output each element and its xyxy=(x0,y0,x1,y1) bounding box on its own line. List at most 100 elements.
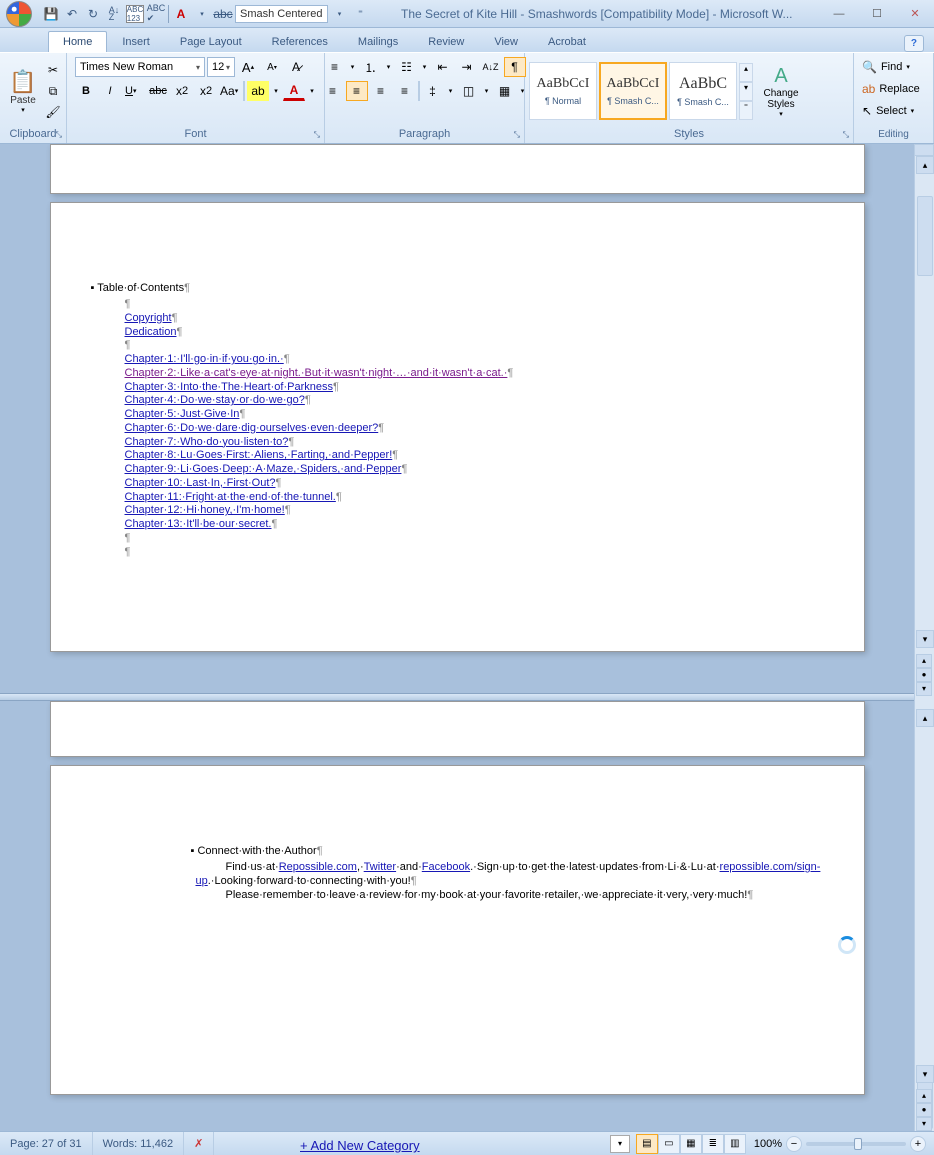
toc-link-ch7[interactable]: Chapter·7:·Who·do·you·listen·to?¶ xyxy=(125,436,764,450)
sort-icon[interactable]: A↓Z xyxy=(480,57,502,77)
word-count[interactable]: Words: 11,462 xyxy=(93,1132,185,1155)
toc-link-ch3[interactable]: Chapter·3:·Into·the·The·Heart·of·Parknes… xyxy=(125,381,764,395)
toc-link-dedication[interactable]: Dedication¶ xyxy=(125,326,764,340)
cut-icon[interactable]: ✂ xyxy=(44,61,62,79)
font-size-combo[interactable]: 12▾ xyxy=(207,57,235,77)
qat-style-dropdown-icon[interactable]: ▾ xyxy=(331,5,349,23)
tab-insert[interactable]: Insert xyxy=(107,31,165,52)
numbering-icon[interactable]: ⒈ xyxy=(360,57,382,77)
toc-link-ch5[interactable]: Chapter·5:·Just·Give·In¶ xyxy=(125,408,764,422)
align-right-icon[interactable]: ≡ xyxy=(370,81,392,101)
split-handle-icon[interactable] xyxy=(914,144,934,156)
toc-link-ch8[interactable]: Chapter·8:·Lu·Goes·First:·Aliens,·Fartin… xyxy=(125,449,764,463)
toc-link-ch6[interactable]: Chapter·6:·Do·we·dare·dig·ourselves·even… xyxy=(125,422,764,436)
spelling-icon[interactable]: ABC✔ xyxy=(147,5,165,23)
strikethrough-icon[interactable]: abc xyxy=(147,81,169,101)
toc-link-ch2[interactable]: Chapter·2:·Like·a·cat's·eye·at·night.·Bu… xyxy=(125,367,764,381)
paste-button[interactable]: 📋 Paste ▾ xyxy=(4,69,42,114)
tab-references[interactable]: References xyxy=(257,31,343,52)
decrease-indent-icon[interactable]: ⇤ xyxy=(432,57,454,77)
page-connect[interactable]: ▪ Connect·with·the·Author¶ Find·us·at·Re… xyxy=(50,765,865,1095)
link-repossible[interactable]: Repossible.com xyxy=(279,861,357,873)
multilevel-list-icon[interactable]: ☷ xyxy=(396,57,418,77)
help-icon[interactable]: ? xyxy=(904,35,924,52)
sort-az-icon[interactable]: A↓Z xyxy=(105,5,123,23)
web-layout-view-icon[interactable]: ▦ xyxy=(680,1134,702,1154)
toc-link-ch1[interactable]: Chapter·1:·I'll·go·in·if·you·go·in.·¶ xyxy=(125,353,764,367)
shrink-font-icon[interactable]: A▾ xyxy=(261,57,283,77)
align-left-icon[interactable]: ≡ xyxy=(322,81,344,101)
paragraph-launcher-icon[interactable]: ⤡ xyxy=(514,130,520,140)
zoom-level[interactable]: 100% xyxy=(754,1138,782,1150)
replace-button[interactable]: abReplace xyxy=(862,79,920,99)
next-page-icon[interactable]: ▾ xyxy=(916,682,932,696)
line-spacing-dropdown-icon[interactable]: ▾ xyxy=(446,81,456,101)
prev-page-icon[interactable]: ▴ xyxy=(916,1089,932,1103)
copy-icon[interactable]: ⧉ xyxy=(44,82,62,100)
browse-object-icon[interactable]: ● xyxy=(916,668,932,682)
scroll-up-icon[interactable]: ▴ xyxy=(916,709,934,727)
qat-dropdown-icon[interactable]: ▾ xyxy=(193,5,211,23)
toc-link-ch11[interactable]: Chapter·11:·Fright·at·the·end·of·the·tun… xyxy=(125,491,764,505)
grow-font-icon[interactable]: A▴ xyxy=(237,57,259,77)
close-button[interactable]: ✕ xyxy=(896,2,934,26)
outline-view-icon[interactable]: ≣ xyxy=(702,1134,724,1154)
style-smash-centered[interactable]: AaBbCcI¶ Smash C... xyxy=(599,62,667,120)
category-dropdown-icon[interactable]: ▾ xyxy=(610,1135,630,1153)
select-button[interactable]: ↖Select ▾ xyxy=(862,101,914,121)
toc-link-ch12[interactable]: Chapter·12:·Hi·honey,·I'm·home!¶ xyxy=(125,504,764,518)
change-case-icon[interactable]: Aa▾ xyxy=(219,81,241,101)
add-category-link[interactable]: + Add New Category xyxy=(300,1138,420,1153)
find-button[interactable]: 🔍Find ▾ xyxy=(862,57,910,77)
tab-page-layout[interactable]: Page Layout xyxy=(165,31,257,52)
justify-icon[interactable]: ≡ xyxy=(394,81,416,101)
format-painter-icon[interactable]: 🖌 xyxy=(44,103,62,121)
zoom-in-icon[interactable]: + xyxy=(910,1136,926,1152)
numbering-dropdown-icon[interactable]: ▾ xyxy=(384,57,394,77)
styles-more-icon[interactable]: ⁼ xyxy=(739,101,753,120)
styles-down-icon[interactable]: ▾ xyxy=(739,82,753,101)
zoom-out-icon[interactable]: − xyxy=(786,1136,802,1152)
link-twitter[interactable]: Twitter xyxy=(364,861,396,873)
split-bar[interactable] xyxy=(0,693,914,701)
tab-review[interactable]: Review xyxy=(413,31,479,52)
align-center-icon[interactable]: ≡ xyxy=(346,81,368,101)
bullets-dropdown-icon[interactable]: ▾ xyxy=(348,57,358,77)
minimize-button[interactable]: — xyxy=(820,2,858,26)
toc-link-ch10[interactable]: Chapter·10:·Last·In,·First·Out?¶ xyxy=(125,477,764,491)
tab-view[interactable]: View xyxy=(479,31,533,52)
top-pane[interactable]: ▪ Table·of·Contents¶ ¶ Copyright¶ Dedica… xyxy=(0,144,914,693)
link-facebook[interactable]: Facebook xyxy=(422,861,470,873)
bold-icon[interactable]: B xyxy=(75,81,97,101)
font-color-icon[interactable]: A xyxy=(172,5,190,23)
next-page-icon[interactable]: ▾ xyxy=(916,1117,932,1131)
redo-icon[interactable]: ↻ xyxy=(84,5,102,23)
highlight-dropdown-icon[interactable]: ▾ xyxy=(271,81,281,101)
line-spacing-icon[interactable]: ‡ xyxy=(422,81,444,101)
clipboard-launcher-icon[interactable]: ⤡ xyxy=(56,130,62,140)
strikethrough-icon[interactable]: abc xyxy=(214,5,232,23)
highlight-icon[interactable]: ab xyxy=(247,81,269,101)
bottom-pane[interactable]: ▪ Connect·with·the·Author¶ Find·us·at·Re… xyxy=(0,701,914,1131)
scroll-down-icon[interactable]: ▾ xyxy=(916,1065,934,1083)
change-styles-button[interactable]: A Change Styles ▾ xyxy=(759,65,803,118)
borders-icon[interactable]: ▦ xyxy=(494,81,516,101)
draft-view-icon[interactable]: ▥ xyxy=(724,1134,746,1154)
office-button[interactable] xyxy=(0,0,38,28)
multilevel-dropdown-icon[interactable]: ▾ xyxy=(420,57,430,77)
prev-page-icon[interactable]: ▴ xyxy=(916,654,932,668)
qat-style-selector[interactable]: Smash Centered xyxy=(235,5,328,23)
show-hide-icon[interactable]: ¶ xyxy=(504,57,526,77)
save-icon[interactable]: 💾 xyxy=(42,5,60,23)
font-launcher-icon[interactable]: ⤡ xyxy=(314,130,320,140)
style-smash-chapter[interactable]: AaBbC¶ Smash C... xyxy=(669,62,737,120)
shading-dropdown-icon[interactable]: ▾ xyxy=(482,81,492,101)
toc-link-copyright[interactable]: Copyright¶ xyxy=(125,312,764,326)
page-indicator[interactable]: Page: 27 of 31 xyxy=(0,1132,93,1155)
tab-home[interactable]: Home xyxy=(48,31,107,52)
shading-icon[interactable]: ◫ xyxy=(458,81,480,101)
word-count-icon[interactable]: ABC123 xyxy=(126,5,144,23)
style-normal[interactable]: AaBbCcI¶ Normal xyxy=(529,62,597,120)
bullets-icon[interactable]: ≡ xyxy=(324,57,346,77)
subscript-icon[interactable]: x2 xyxy=(171,81,193,101)
